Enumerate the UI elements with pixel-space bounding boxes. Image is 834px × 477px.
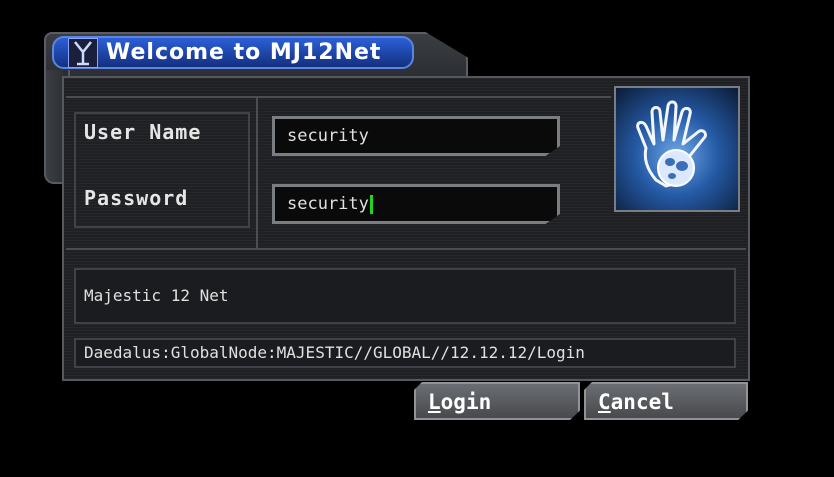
window-title: Welcome to MJ12Net [106,40,382,65]
hand-globe-icon [636,100,707,188]
cancel-hotkey: C [598,390,611,414]
panel-divider-vertical [256,96,258,248]
username-value: security [287,126,369,146]
username-label: User Name [84,120,202,144]
password-value: security [287,194,369,214]
cancel-button[interactable]: Cancel [584,382,748,420]
login-label: ogin [440,390,492,414]
node-path-text: Daedalus:GlobalNode:MAJESTIC//GLOBAL//12… [84,343,585,362]
login-button[interactable]: Login [414,382,580,420]
panel-rail [66,80,611,98]
cancel-label: ancel [610,390,674,414]
mj12-logo-icon [68,38,98,68]
panel-divider-horizontal [66,248,746,250]
password-label: Password [84,186,189,210]
login-hotkey: L [428,390,441,414]
hand-globe-logo [614,86,740,212]
username-input[interactable]: security [272,116,560,156]
message-text: Majestic 12 Net [84,286,229,305]
text-caret [369,194,373,214]
password-input[interactable]: security [272,184,560,224]
